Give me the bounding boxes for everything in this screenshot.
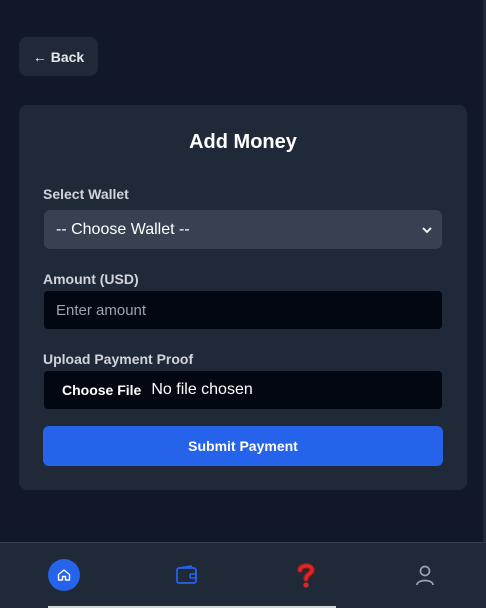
wallet-label: Select Wallet <box>43 186 129 202</box>
nav-item-help[interactable] <box>290 559 322 591</box>
home-active-indicator <box>48 559 80 591</box>
home-icon <box>57 569 71 581</box>
bottom-nav <box>0 542 486 608</box>
payment-proof-file-input[interactable]: Choose File No file chosen <box>44 371 442 409</box>
nav-item-home[interactable] <box>48 559 80 591</box>
wallet-icon <box>176 565 197 584</box>
user-icon <box>416 565 434 586</box>
question-icon <box>297 562 316 588</box>
nav-item-profile[interactable] <box>409 559 441 591</box>
add-money-card: Add Money Select Wallet -- Choose Wallet… <box>19 105 467 490</box>
file-status: No file chosen <box>151 381 253 398</box>
amount-label: Amount (USD) <box>43 271 139 287</box>
wallet-select-value: -- Choose Wallet -- <box>56 220 190 238</box>
amount-placeholder: Enter amount <box>56 301 147 319</box>
chevron-down-icon <box>422 226 432 233</box>
submit-label: Submit Payment <box>188 438 298 454</box>
choose-file-button[interactable]: Choose File <box>62 382 141 398</box>
page-title: Add Money <box>189 131 297 153</box>
submit-payment-button[interactable]: Submit Payment <box>43 426 443 466</box>
wallet-select[interactable]: -- Choose Wallet -- <box>44 210 442 249</box>
proof-label: Upload Payment Proof <box>43 351 194 367</box>
nav-item-wallet[interactable] <box>171 559 203 591</box>
back-button-label: ← Back <box>32 48 85 65</box>
back-button[interactable]: ← Back <box>19 37 98 76</box>
amount-input[interactable]: Enter amount <box>44 291 442 329</box>
